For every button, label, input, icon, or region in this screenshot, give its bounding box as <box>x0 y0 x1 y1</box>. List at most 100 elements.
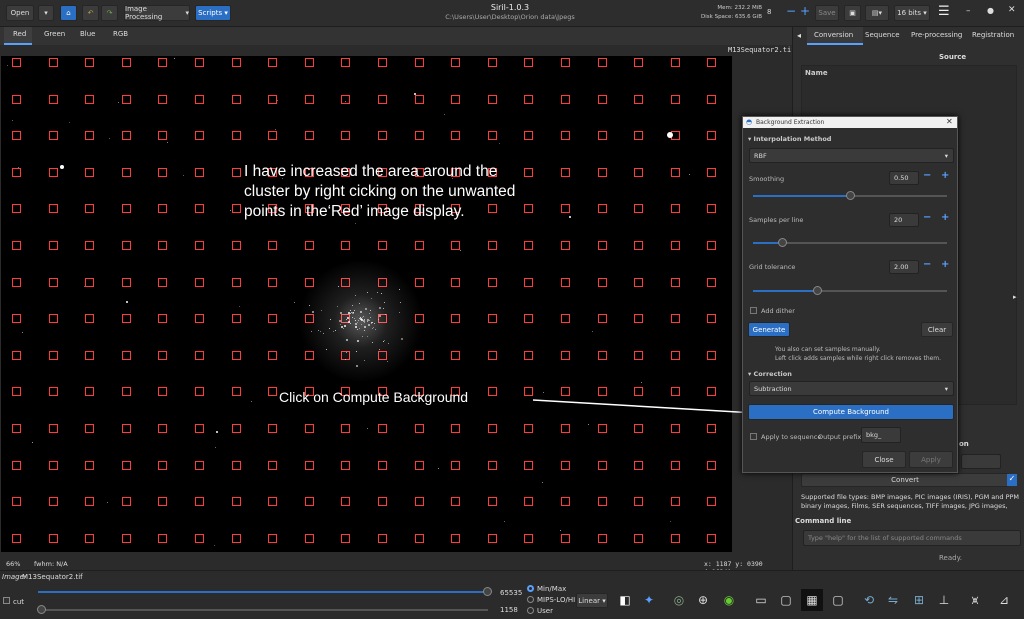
sample-point[interactable] <box>121 58 131 67</box>
sample-point[interactable] <box>12 314 21 324</box>
sample-point[interactable] <box>48 94 58 104</box>
sample-point[interactable] <box>597 497 607 507</box>
chain-icon[interactable]: ▭ <box>752 591 770 609</box>
sample-point[interactable] <box>707 167 717 177</box>
annotate-icon[interactable]: ◎ <box>670 591 688 609</box>
sample-point[interactable] <box>487 241 497 250</box>
sample-point[interactable] <box>634 497 644 507</box>
sample-point[interactable] <box>561 277 570 287</box>
sample-point[interactable] <box>707 460 717 470</box>
grid-tolerance-input[interactable]: 2.00 <box>889 260 919 274</box>
sample-point[interactable] <box>85 131 95 141</box>
grid-tolerance-minus-button[interactable]: − <box>923 259 931 270</box>
sample-point[interactable] <box>451 350 461 360</box>
sample-point[interactable] <box>195 204 204 214</box>
sample-point[interactable] <box>414 497 424 507</box>
undo-icon[interactable]: ↶ <box>82 5 99 21</box>
sample-point[interactable] <box>414 58 424 67</box>
sample-point[interactable] <box>121 497 131 507</box>
interpolation-header[interactable]: ▾ Interpolation Method <box>748 135 831 143</box>
sample-point[interactable] <box>231 387 241 397</box>
sequence-name-field[interactable] <box>961 454 1001 469</box>
target-icon[interactable]: ◉ <box>720 591 738 609</box>
sample-point[interactable] <box>634 94 644 104</box>
sample-point[interactable] <box>158 424 168 433</box>
tab-rgb[interactable]: RGB <box>113 30 128 38</box>
sample-point[interactable] <box>48 424 58 433</box>
sample-point[interactable] <box>121 241 131 250</box>
sample-point[interactable] <box>597 241 607 250</box>
sample-point[interactable] <box>268 460 278 470</box>
sample-point[interactable] <box>341 58 351 67</box>
sample-point[interactable] <box>670 460 680 470</box>
sample-point[interactable] <box>597 94 607 104</box>
save-button[interactable]: Save <box>815 5 839 21</box>
sample-point[interactable] <box>48 387 58 397</box>
sample-point[interactable] <box>634 350 644 360</box>
min-slider[interactable] <box>38 609 488 611</box>
sample-point[interactable] <box>121 350 131 360</box>
sample-point[interactable] <box>158 350 168 360</box>
sample-point[interactable] <box>304 533 314 543</box>
sample-point[interactable] <box>451 277 461 287</box>
sample-point[interactable] <box>304 241 314 250</box>
sample-point[interactable] <box>597 58 607 67</box>
sample-point[interactable] <box>414 277 424 287</box>
sample-point[interactable] <box>121 387 131 397</box>
sample-point[interactable] <box>85 314 95 324</box>
minimize-icon[interactable]: – <box>966 6 971 16</box>
sample-point[interactable] <box>341 131 351 141</box>
sample-point[interactable] <box>524 94 534 104</box>
command-input[interactable]: Type "help" for the list of supported co… <box>803 530 1021 546</box>
sample-point[interactable] <box>48 241 58 250</box>
sample-point[interactable] <box>195 497 204 507</box>
sample-point[interactable] <box>524 314 534 324</box>
sample-point[interactable] <box>48 167 58 177</box>
sample-point[interactable] <box>707 497 717 507</box>
sample-point[interactable] <box>85 387 95 397</box>
sample-point[interactable] <box>268 424 278 433</box>
sample-point[interactable] <box>268 387 278 397</box>
recent-dropdown-button[interactable]: ▾ <box>38 5 54 21</box>
sample-point[interactable] <box>304 131 314 141</box>
sample-point[interactable] <box>634 131 644 141</box>
sample-point[interactable] <box>524 424 534 433</box>
sample-point[interactable] <box>414 241 424 250</box>
sample-point[interactable] <box>268 314 278 324</box>
sample-point[interactable] <box>487 314 497 324</box>
sample-point[interactable] <box>341 497 351 507</box>
generate-button[interactable]: Generate <box>748 322 790 337</box>
smoothing-minus-button[interactable]: − <box>923 170 931 181</box>
sample-point[interactable] <box>561 350 570 360</box>
sample-point[interactable] <box>158 167 168 177</box>
tab-red[interactable]: Red <box>13 30 26 38</box>
convert-option-checkbox[interactable]: ✓ <box>1007 474 1017 486</box>
grid-tolerance-slider-handle[interactable] <box>813 286 823 295</box>
sample-point[interactable] <box>85 350 95 360</box>
preview-icon[interactable]: ▢ <box>777 591 795 609</box>
sample-point[interactable] <box>487 131 497 141</box>
sample-point[interactable] <box>48 350 58 360</box>
sample-point[interactable] <box>597 424 607 433</box>
sample-point[interactable] <box>85 94 95 104</box>
sample-point[interactable] <box>634 58 644 67</box>
sample-point[interactable] <box>158 314 168 324</box>
sample-point[interactable] <box>12 131 21 141</box>
false-color-icon[interactable]: ✦ <box>640 591 658 609</box>
correction-header[interactable]: ▾ Correction <box>748 370 792 378</box>
sample-point[interactable] <box>158 131 168 141</box>
sample-point[interactable] <box>48 533 58 543</box>
sample-point[interactable] <box>414 533 424 543</box>
tab-sequence[interactable]: Sequence <box>865 31 900 39</box>
sample-point[interactable] <box>121 533 131 543</box>
sample-point[interactable] <box>231 58 241 67</box>
sample-point[interactable] <box>487 387 497 397</box>
sample-point[interactable] <box>48 58 58 67</box>
sample-point[interactable] <box>561 167 570 177</box>
sample-point[interactable] <box>378 241 387 250</box>
sample-point[interactable] <box>158 58 168 67</box>
samples-plus-button[interactable]: + <box>941 212 949 223</box>
panel-collapse-icon[interactable]: ▸ <box>1013 293 1017 301</box>
stats-icon[interactable]: ⊿ <box>995 591 1013 609</box>
crop-icon[interactable]: ⊞ <box>910 591 928 609</box>
